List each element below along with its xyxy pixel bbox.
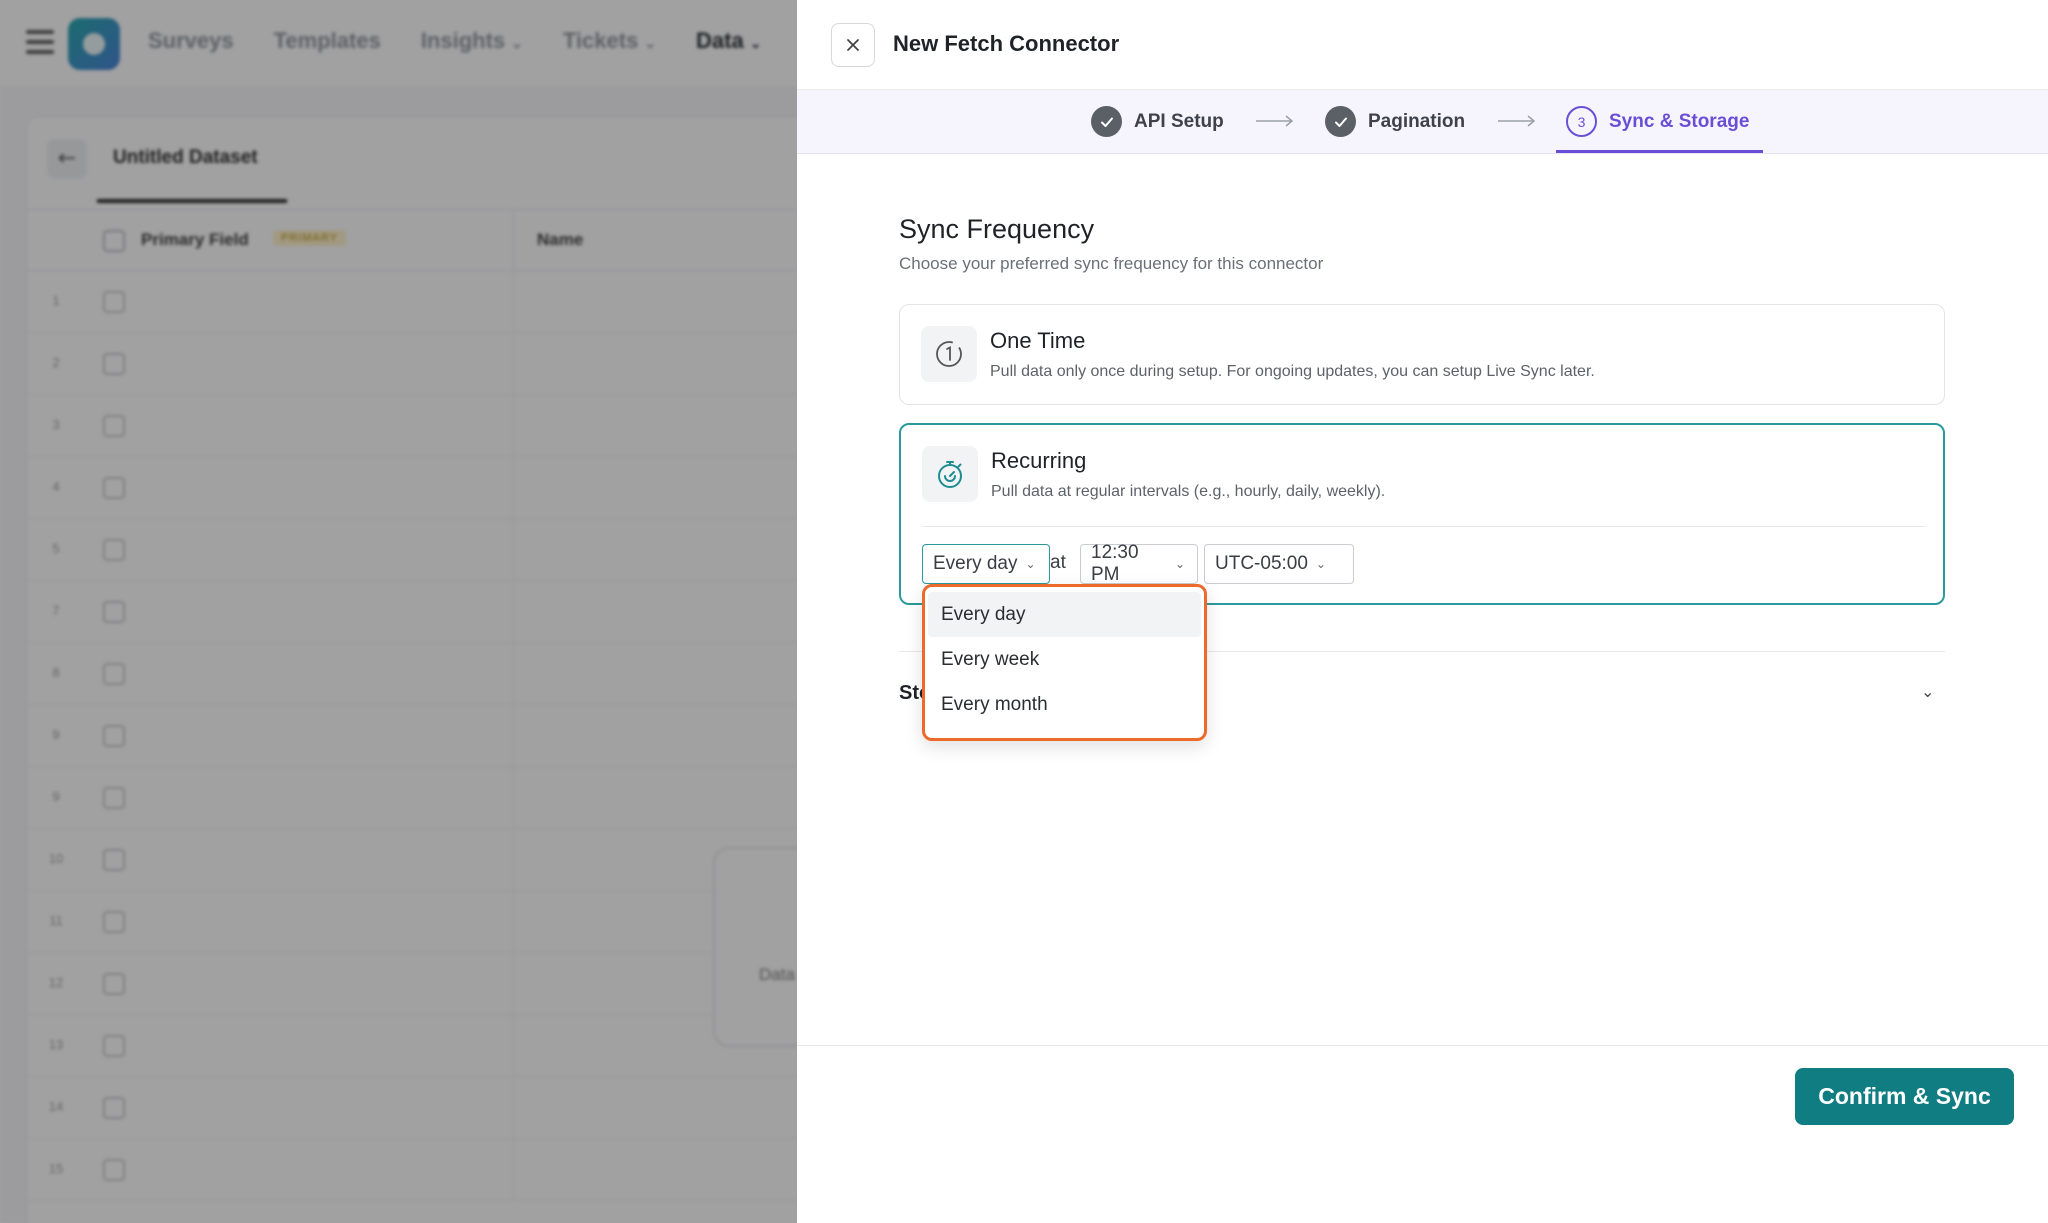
drawer-header: New Fetch Connector — [797, 0, 2048, 90]
time-select[interactable]: 12:30 PM ⌄ — [1080, 542, 1198, 585]
step-sync-storage[interactable]: 3 Sync & Storage — [1566, 106, 1749, 137]
close-icon — [847, 39, 859, 51]
section-title: Sync Frequency — [899, 214, 1095, 244]
step-label: API Setup — [1134, 110, 1224, 132]
step-number: 3 — [1566, 106, 1597, 137]
step-label: Sync & Storage — [1609, 110, 1750, 132]
chevron-down-icon[interactable]: ⌄ — [1921, 682, 1934, 701]
frequency-option[interactable]: Every month — [928, 682, 1201, 727]
close-button[interactable] — [831, 23, 875, 67]
arrow-right-icon — [1498, 115, 1536, 127]
time-value: 12:30 PM — [1091, 542, 1139, 585]
active-step-underline — [1556, 150, 1763, 153]
option-description: Pull data only once during setup. For on… — [990, 363, 1595, 380]
section-subtitle: Choose your preferred sync frequency for… — [899, 254, 1324, 273]
option-recurring[interactable]: Recurring Pull data at regular intervals… — [899, 423, 1945, 605]
drawer-footer: Confirm & Sync — [797, 1045, 2048, 1223]
stepper: API Setup Pagination 3 Sync & Storage — [797, 90, 2048, 154]
confirm-sync-button[interactable]: Confirm & Sync — [1795, 1068, 2014, 1125]
arrow-right-icon — [1256, 115, 1294, 127]
frequency-option[interactable]: Every day — [928, 592, 1201, 637]
check-icon — [1091, 106, 1122, 137]
drawer-title: New Fetch Connector — [893, 31, 1120, 56]
clock-one-icon — [921, 326, 977, 382]
stopwatch-icon — [922, 446, 978, 502]
timezone-select[interactable]: UTC-05:00 ⌄ — [1204, 544, 1354, 584]
option-one-time[interactable]: One Time Pull data only once during setu… — [899, 304, 1945, 405]
at-label: at — [1050, 552, 1066, 573]
divider — [922, 526, 1926, 527]
frequency-option[interactable]: Every week — [928, 637, 1201, 682]
fetch-connector-drawer: New Fetch Connector API Setup Pagination… — [797, 0, 2048, 1223]
step-label: Pagination — [1368, 110, 1466, 132]
timezone-value: UTC-05:00 — [1215, 553, 1308, 574]
step-pagination[interactable]: Pagination — [1325, 106, 1465, 137]
frequency-select[interactable]: Every day ⌄ — [922, 544, 1050, 584]
check-icon — [1325, 106, 1356, 137]
chevron-down-icon: ⌄ — [1174, 557, 1185, 571]
frequency-value: Every day — [933, 553, 1018, 574]
step-api-setup[interactable]: API Setup — [1091, 106, 1224, 137]
frequency-dropdown-menu: Every day Every week Every month — [922, 584, 1207, 741]
chevron-down-icon: ⌄ — [1315, 557, 1326, 571]
option-title: One Time — [990, 328, 1086, 353]
chevron-down-icon: ⌄ — [1025, 557, 1036, 571]
option-description: Pull data at regular intervals (e.g., ho… — [991, 483, 1386, 500]
option-title: Recurring — [991, 448, 1087, 473]
